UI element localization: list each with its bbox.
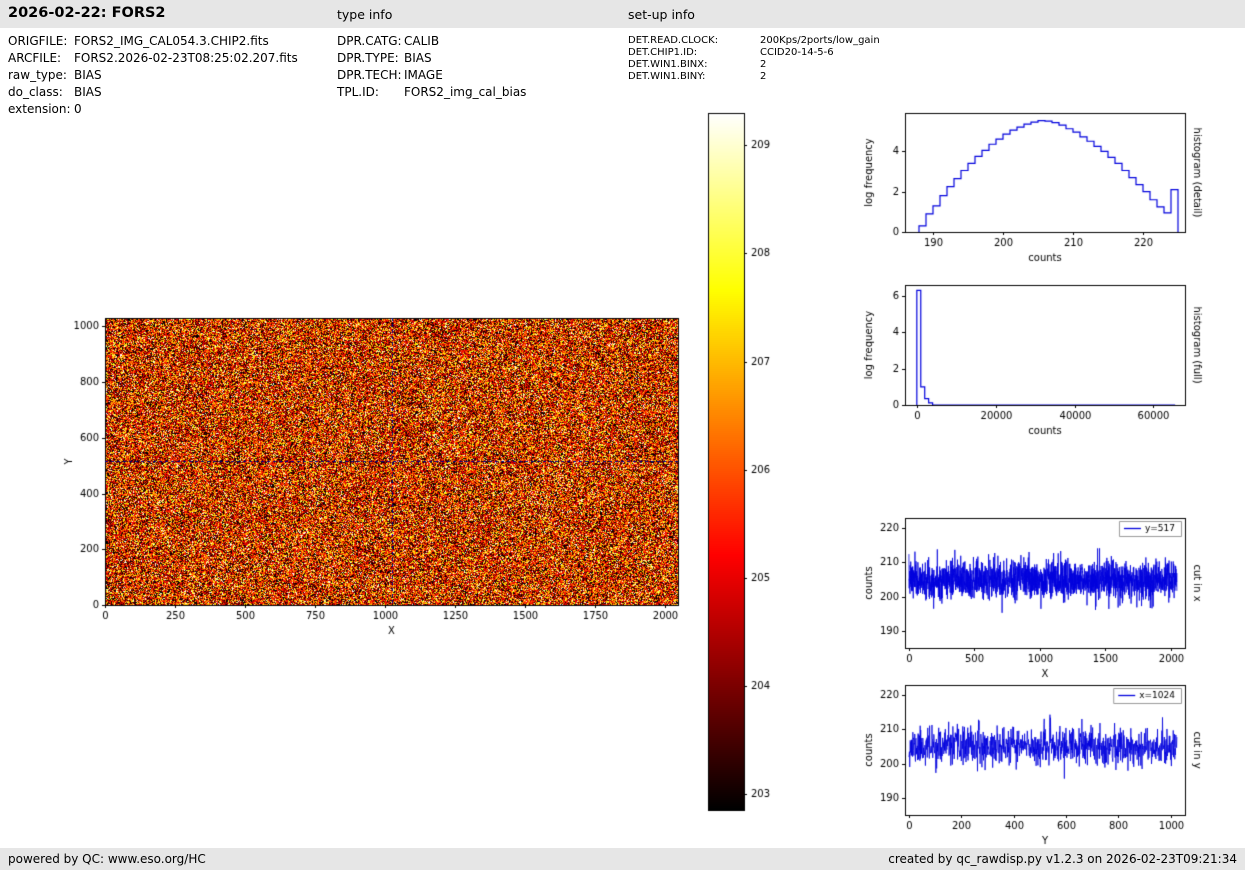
extension-label: extension: [8,102,71,116]
dpr-tech-label: DPR.TECH: [337,68,402,82]
tpl-id-row: TPL.ID: FORS2_img_cal_bias [337,84,526,101]
binx-row: DET.WIN1.BINX: 2 [628,59,880,71]
biny-label: DET.WIN1.BINY: [628,71,706,82]
read-clock-value: 200Kps/2ports/low_gain [760,35,880,46]
histogram-full-plot [850,272,1245,462]
cut-in-x-plot [850,505,1245,685]
dpr-tech-row: DPR.TECH: IMAGE [337,67,526,84]
arcfile-row: ARCFILE: FORS2.2026-02-23T08:25:02.207.fi… [8,50,298,67]
doclass-value: BIAS [74,85,102,99]
arcfile-label: ARCFILE: [8,51,62,65]
biny-value: 2 [760,71,767,82]
footer-powered-by: powered by QC: www.eso.org/HC [8,852,206,866]
dpr-tech-value: IMAGE [404,68,443,82]
biny-row: DET.WIN1.BINY: 2 [628,71,880,83]
binx-label: DET.WIN1.BINX: [628,59,708,70]
footer-bar: powered by QC: www.eso.org/HC created by… [0,848,1245,870]
colorbar [700,105,785,820]
main-image-plot [30,295,710,665]
rawtype-row: raw_type: BIAS [8,67,298,84]
setup-info-header: set-up info [628,7,695,22]
arcfile-value: FORS2.2026-02-23T08:25:02.207.fits [74,51,298,65]
read-clock-label: DET.READ.CLOCK: [628,35,719,46]
chip-id-label: DET.CHIP1.ID: [628,47,698,58]
doclass-row: do_class: BIAS [8,84,298,101]
origfile-row: ORIGFILE: FORS2_IMG_CAL054.3.CHIP2.fits [8,33,298,50]
type-info-header: type info [337,7,393,22]
footer-created-by: created by qc_rawdisp.py v1.2.3 on 2026-… [888,852,1237,866]
rawtype-value: BIAS [74,68,102,82]
dpr-catg-row: DPR.CATG: CALIB [337,33,526,50]
read-clock-row: DET.READ.CLOCK: 200Kps/2ports/low_gain [628,35,880,47]
tpl-id-label: TPL.ID: [337,85,379,99]
dpr-type-label: DPR.TYPE: [337,51,399,65]
dpr-type-row: DPR.TYPE: BIAS [337,50,526,67]
tpl-id-value: FORS2_img_cal_bias [404,85,527,99]
qc-report-page: 2026-02-22: FORS2 type info set-up info … [0,0,1245,870]
page-title: 2026-02-22: FORS2 [8,5,166,21]
rawtype-label: raw_type: [8,68,67,82]
doclass-label: do_class: [8,85,63,99]
dpr-type-value: BIAS [404,51,432,65]
cut-in-y-plot [850,672,1245,852]
origfile-label: ORIGFILE: [8,34,68,48]
setup-info-block: DET.READ.CLOCK: 200Kps/2ports/low_gain DE… [628,35,880,83]
dpr-catg-value: CALIB [404,34,440,48]
dpr-catg-label: DPR.CATG: [337,34,402,48]
type-info-block: DPR.CATG: CALIB DPR.TYPE: BIAS DPR.TECH: IM… [337,33,526,101]
chip-id-row: DET.CHIP1.ID: CCID20-14-5-6 [628,47,880,59]
header-bar: 2026-02-22: FORS2 type info set-up info [0,0,1245,28]
binx-value: 2 [760,59,767,70]
chip-id-value: CCID20-14-5-6 [760,47,834,58]
file-info-block: ORIGFILE: FORS2_IMG_CAL054.3.CHIP2.fits A… [8,33,298,118]
extension-value: 0 [74,102,82,116]
extension-row: extension: 0 [8,101,298,118]
origfile-value: FORS2_IMG_CAL054.3.CHIP2.fits [74,34,269,48]
histogram-detail-plot [850,100,1245,285]
